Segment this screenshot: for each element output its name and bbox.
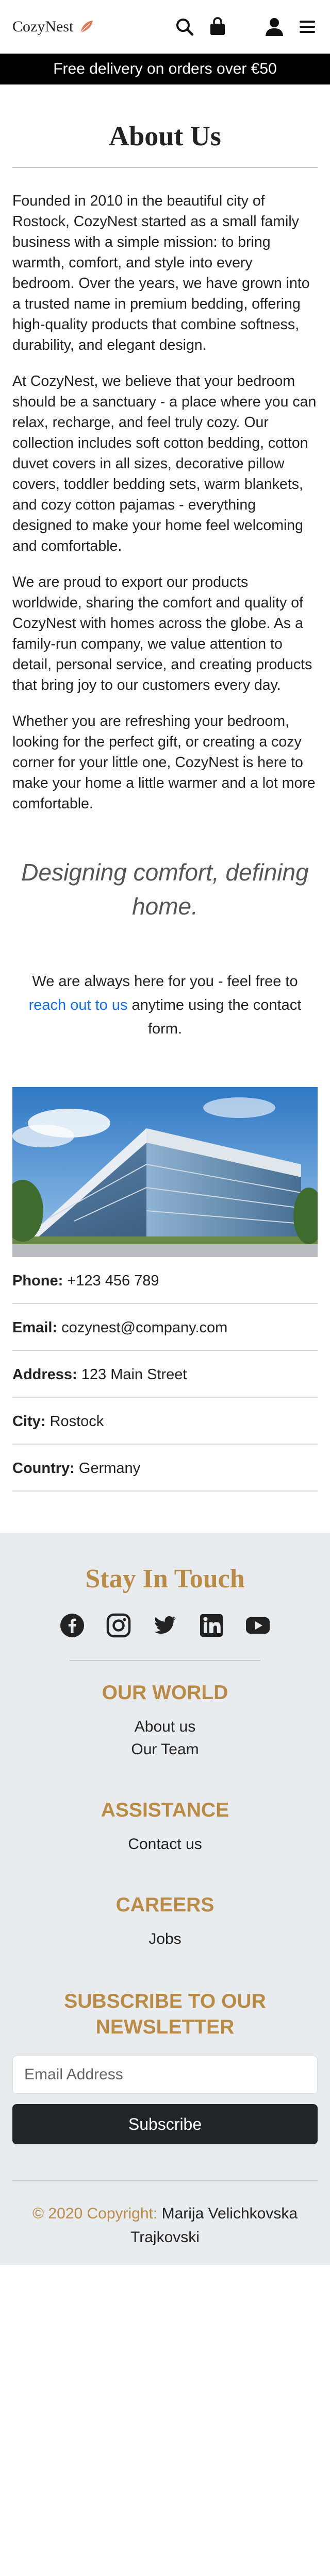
shopping-bag-icon[interactable]	[207, 16, 228, 37]
brand-name: CozyNest	[12, 18, 74, 35]
about-paragraph: We are proud to export our products worl…	[12, 574, 312, 693]
contact-text-before: We are always here for you - feel free t…	[32, 973, 298, 990]
search-icon[interactable]	[174, 16, 195, 37]
youtube-icon[interactable]	[245, 1613, 271, 1638]
footer-section-assistance: ASSISTANCE Contact us	[12, 1799, 318, 1856]
about-paragraph: At CozyNest, we believe that your bedroo…	[12, 373, 317, 554]
footer-link-jobs[interactable]: Jobs	[12, 1928, 318, 1951]
info-label: Phone:	[12, 1273, 63, 1289]
twitter-icon[interactable]	[152, 1613, 178, 1638]
site-footer: Stay In Touch OUR WORLD About us Our Tea…	[0, 1533, 330, 2265]
footer-link-our-team[interactable]: Our Team	[12, 1738, 318, 1761]
phone-value: +123 456 789	[67, 1273, 159, 1289]
footer-heading: OUR WORLD	[102, 1682, 228, 1704]
header-actions	[174, 16, 318, 37]
menu-icon[interactable]	[297, 16, 318, 37]
stay-in-touch-heading: Stay In Touch	[85, 1564, 245, 1594]
info-label: Address:	[12, 1366, 77, 1383]
user-icon[interactable]	[264, 16, 285, 37]
footer-section-careers: CAREERS Jobs	[12, 1894, 318, 1951]
newsletter-heading: SUBSCRIBE TO OUR NEWSLETTER	[64, 1990, 266, 2038]
social-links	[12, 1613, 318, 1638]
about-content: About Us Founded in 2010 in the beautifu…	[0, 84, 330, 1492]
site-header: CozyNest	[0, 0, 330, 54]
info-label: City:	[12, 1413, 46, 1430]
contact-text-after: anytime using the contact form.	[127, 997, 302, 1037]
footer-bottom-divider	[12, 2180, 318, 2181]
title-divider	[12, 167, 318, 168]
brand-logo[interactable]: CozyNest	[12, 18, 94, 36]
footer-link-contact-us[interactable]: Contact us	[12, 1833, 318, 1856]
office-building-image	[12, 1087, 318, 1257]
footer-heading: ASSISTANCE	[101, 1799, 229, 1821]
leaf-icon	[78, 19, 94, 35]
contact-invitation: We are always here for you - feel free t…	[12, 970, 318, 1041]
about-paragraph: Whether you are refreshing your bedroom,…	[12, 713, 316, 812]
footer-section-our-world: OUR WORLD About us Our Team	[12, 1682, 318, 1761]
copyright-prefix: © 2020 Copyright:	[32, 2205, 158, 2222]
country-value: Germany	[78, 1460, 141, 1477]
footer-divider	[70, 1660, 260, 1661]
info-row-country: Country: Germany	[12, 1445, 318, 1492]
copyright: © 2020 Copyright: Marija Velichkovska Tr…	[12, 2202, 318, 2249]
info-label: Email:	[12, 1319, 58, 1336]
about-paragraph: Founded in 2010 in the beautiful city of…	[12, 193, 310, 353]
instagram-icon[interactable]	[106, 1613, 131, 1638]
newsletter-email-input[interactable]	[12, 2056, 318, 2094]
info-row-email: Email: cozynest@company.com	[12, 1304, 318, 1351]
promo-banner: Free delivery on orders over €50	[0, 54, 330, 84]
info-row-address: Address: 123 Main Street	[12, 1351, 318, 1398]
info-row-phone: Phone: +123 456 789	[12, 1257, 318, 1304]
address-value: 123 Main Street	[81, 1366, 187, 1383]
city-value: Rostock	[50, 1413, 104, 1430]
linkedin-icon[interactable]	[199, 1613, 224, 1638]
footer-link-about-us[interactable]: About us	[12, 1716, 318, 1738]
info-label: Country:	[12, 1460, 75, 1477]
subscribe-button[interactable]: Subscribe	[12, 2104, 318, 2144]
info-row-city: City: Rostock	[12, 1398, 318, 1445]
footer-heading: CAREERS	[116, 1894, 214, 1916]
email-value: cozynest@company.com	[61, 1319, 228, 1336]
brand-quote: Designing comfort, defining home.	[21, 859, 309, 920]
facebook-icon[interactable]	[59, 1613, 85, 1638]
contact-link[interactable]: reach out to us	[29, 997, 128, 1013]
page-title: About Us	[109, 121, 221, 151]
